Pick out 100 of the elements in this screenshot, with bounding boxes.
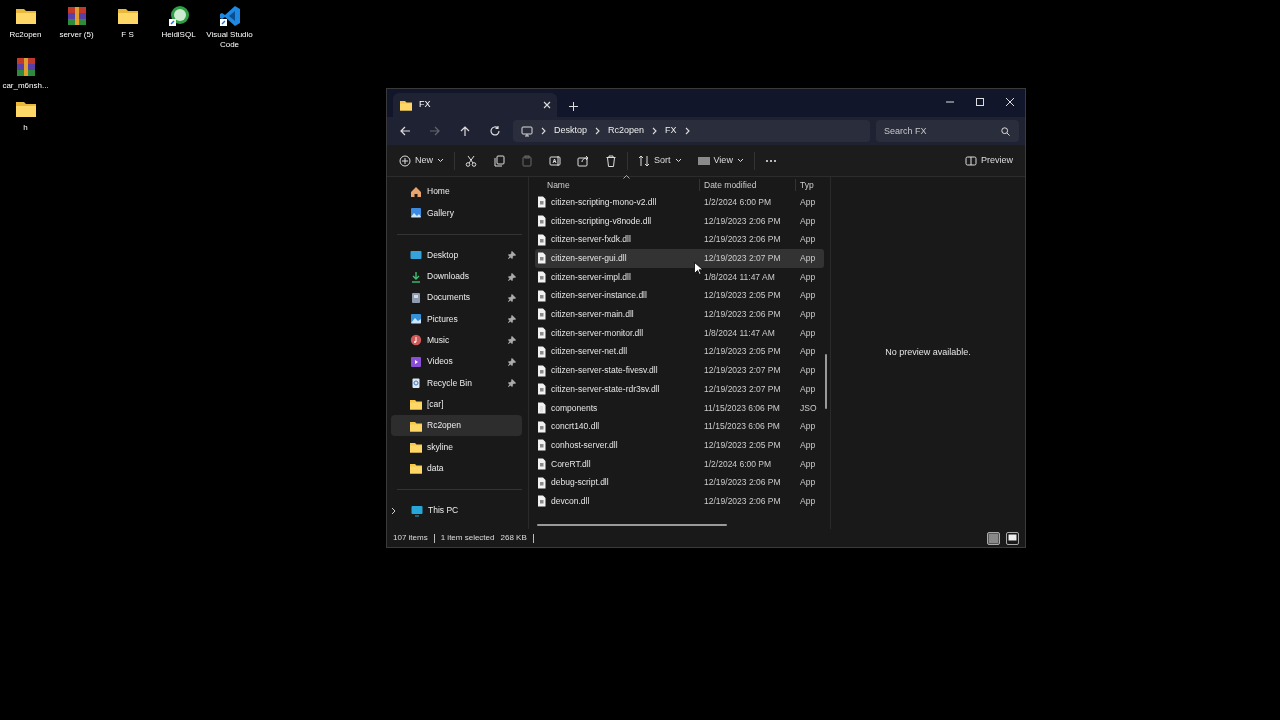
desktop-icon-label[interactable]: car_m6nsh... <box>2 81 49 91</box>
chevron-icon[interactable] <box>391 506 397 515</box>
file-row[interactable]: citizen-scripting-mono-v2.dll 1/2/2024 6:00 PM App <box>535 193 824 212</box>
file-row[interactable]: citizen-server-monitor.dll 1/8/2024 11:47 AM App <box>535 323 824 343</box>
dll-file-icon <box>537 364 547 377</box>
dll-file-icon <box>537 476 547 489</box>
file-name: components <box>551 401 598 415</box>
sidebar-item[interactable]: Music <box>391 329 522 352</box>
sidebar-item[interactable]: Recycle Bin <box>391 372 522 394</box>
chevron-icon <box>541 127 546 135</box>
type-cell-text: App <box>799 308 817 321</box>
window-tab[interactable]: FX <box>393 93 557 117</box>
file-row[interactable]: conhost-server.dll 12/19/2023 2:05 PM App <box>535 435 824 455</box>
computer-icon <box>411 504 423 517</box>
sidebar-item[interactable]: skyline <box>391 436 522 458</box>
date-cell-text: 1/2/2024 6:00 PM <box>703 195 773 209</box>
preview-button[interactable]: Preview <box>959 148 1019 173</box>
file-row[interactable]: citizen-server-fxdk.dll 12/19/2023 2:06 PM App <box>535 230 824 250</box>
scrollbar-thumb[interactable] <box>825 354 827 409</box>
search-field[interactable]: Search FX <box>876 120 1019 142</box>
caret-icon <box>674 158 682 163</box>
date-cell-text: 12/19/2023 2:06 PM <box>703 308 782 321</box>
trash-icon <box>605 154 617 167</box>
dll-file-icon <box>537 271 547 284</box>
file-row[interactable]: citizen-scripting-v8node.dll 12/19/2023 2:06 PM App <box>535 211 824 231</box>
file-row[interactable]: citizen-server-net.dll 12/19/2023 2:05 PM App <box>535 342 824 362</box>
file-name: conhost-server.dll <box>551 438 618 452</box>
desktop-icon-label[interactable]: Visual Studio Code <box>204 30 255 50</box>
dll-file-icon <box>537 383 547 396</box>
desktop-icon-label[interactable]: HeidiSQL <box>161 30 196 40</box>
file-name: citizen-server-monitor.dll <box>551 326 644 340</box>
column-header[interactable]: Name <box>535 178 699 192</box>
item-count: 107 items <box>393 532 428 544</box>
dll-file-icon <box>537 233 547 246</box>
chevron-icon <box>684 127 690 135</box>
type-cell-text: App <box>799 214 817 228</box>
app-shortcut-icon[interactable] <box>217 4 242 28</box>
sidebar-item[interactable]: data <box>391 457 522 479</box>
preview-message: No preview available. <box>885 346 971 360</box>
search-icon <box>1001 127 1010 136</box>
sidebar-item[interactable]: [car] <box>391 393 522 415</box>
sidebar-item[interactable]: This PC <box>391 499 522 522</box>
date-cell-text: 12/19/2023 2:07 PM <box>703 382 782 396</box>
file-row[interactable]: components 11/15/2023 6:06 PM JSO <box>535 398 824 418</box>
column-header[interactable]: Typ <box>795 178 823 192</box>
file-name: debug-script.dll <box>551 476 609 490</box>
file-row[interactable]: CoreRT.dll 1/2/2024 6:00 PM App <box>535 454 824 474</box>
desktop-icon-label[interactable]: h <box>23 122 28 133</box>
sidebar-item[interactable]: Gallery <box>391 202 522 224</box>
file-name: concrt140.dll <box>551 420 600 433</box>
file-row[interactable]: citizen-server-state-rdr3sv.dll 12/19/2023 2:07 PM App <box>535 379 824 399</box>
plus-circle-icon <box>399 154 411 167</box>
close-icon <box>1005 97 1015 107</box>
sidebar-item[interactable]: Documents <box>391 287 522 309</box>
file-icon <box>537 401 547 414</box>
dll-file-icon <box>537 420 547 433</box>
file-row[interactable]: citizen-server-instance.dll 12/19/2023 2:05 PM App <box>535 286 824 306</box>
sidebar-item[interactable]: Desktop <box>391 244 522 266</box>
dll-file-icon <box>537 439 547 452</box>
sort-indicator-icon <box>623 175 630 179</box>
sidebar-item[interactable]: Videos <box>391 351 522 373</box>
scrollbar-thumb[interactable] <box>537 524 727 526</box>
app-shortcut-icon[interactable] <box>166 4 191 28</box>
file-row[interactable]: citizen-server-state-fivesv.dll 12/19/2023 2:07 PM App <box>535 361 824 380</box>
file-row[interactable]: concrt140.dll 11/15/2023 6:06 PM App <box>535 417 824 436</box>
breadcrumb-item[interactable]: Rc2open <box>608 124 645 138</box>
file-row[interactable]: citizen-server-impl.dll 1/8/2024 11:47 AM App <box>535 267 824 287</box>
close-icon[interactable] <box>543 101 551 109</box>
recycle-bin-icon <box>410 377 422 389</box>
dll-file-icon <box>537 345 547 358</box>
file-row[interactable]: devcon.dll 12/19/2023 2:06 PM App <box>535 492 824 511</box>
video-icon <box>410 355 422 368</box>
desktop-icon-label[interactable]: Rc2open <box>9 30 42 40</box>
share-icon <box>577 154 589 167</box>
desktop-icon-label[interactable]: server (5) <box>59 30 94 40</box>
picture-icon <box>410 313 422 326</box>
breadcrumb-item[interactable]: Desktop <box>554 124 588 138</box>
breadcrumb-item[interactable]: FX <box>665 124 677 138</box>
file-name: citizen-scripting-v8node.dll <box>551 214 652 228</box>
desktop-icon-label[interactable]: F S <box>121 30 134 40</box>
sidebar-item[interactable]: Home <box>391 181 522 203</box>
column-header[interactable]: Date modified <box>699 178 795 192</box>
sidebar-item[interactable]: Rc2open <box>391 414 522 437</box>
address-bar[interactable]: Desktop Rc2open FX <box>513 120 870 142</box>
sidebar-item[interactable]: Downloads <box>391 265 522 288</box>
refresh-icon <box>489 125 501 137</box>
sort-button[interactable]: Sort <box>632 148 688 173</box>
file-row[interactable]: citizen-server-main.dll 12/19/2023 2:06 PM App <box>535 305 824 324</box>
details-view-button[interactable] <box>987 531 1000 545</box>
date-cell-text: 12/19/2023 2:06 PM <box>703 494 782 508</box>
file-row[interactable]: citizen-server-gui.dll 12/19/2023 2:07 PM App <box>535 249 824 268</box>
sidebar-item[interactable]: Pictures <box>391 308 522 330</box>
dll-file-icon <box>537 215 547 228</box>
tiles-view-button[interactable] <box>1006 531 1019 545</box>
view-button[interactable]: View <box>691 148 750 173</box>
date-cell-text: 11/15/2023 6:06 PM <box>703 420 781 433</box>
date-cell-text: 12/19/2023 2:07 PM <box>703 364 782 377</box>
date-cell-text: 1/8/2024 11:47 AM <box>703 326 776 340</box>
new-button[interactable]: New <box>393 148 450 173</box>
file-row[interactable]: debug-script.dll 12/19/2023 2:06 PM App <box>535 473 824 492</box>
